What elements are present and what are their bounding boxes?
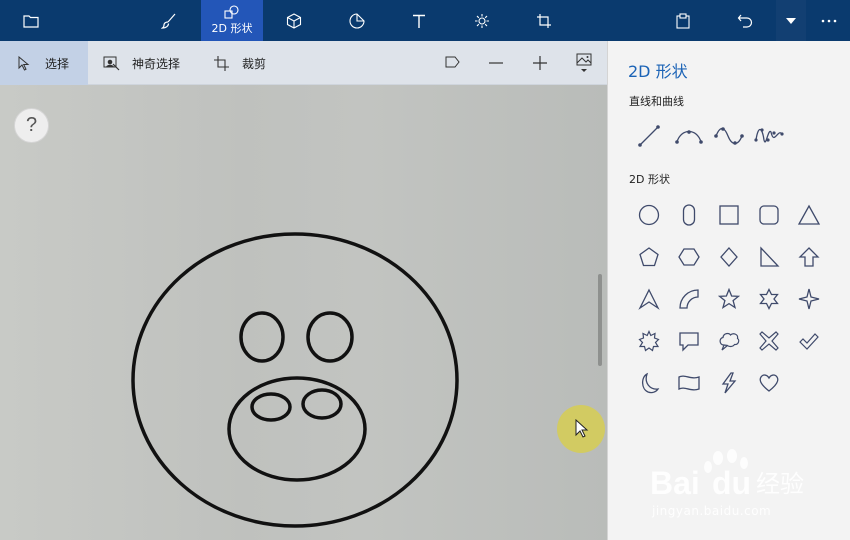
canvas-drawing [131,232,459,528]
crop-icon [212,54,230,72]
paste-icon[interactable] [666,0,700,41]
watermark-url: jingyan.baidu.com [652,504,772,518]
arrowhead-shape-icon[interactable] [634,284,664,314]
tab-2d-shapes[interactable]: 2D 形状 [201,0,263,41]
brushes-icon[interactable] [152,0,186,41]
stickers-icon[interactable] [340,0,374,41]
selection-toolbar: 选择 神奇选择 裁剪 [0,41,607,85]
burst-shape-icon[interactable] [634,326,664,356]
right-nostril [301,388,343,420]
zoom-in-icon[interactable] [522,41,558,85]
right-triangle-shape-icon[interactable] [754,242,784,272]
help-label: ? [25,114,38,136]
banner-shape-icon[interactable] [674,368,704,398]
history-dropdown-icon[interactable] [776,0,806,41]
undo-icon[interactable] [728,0,762,41]
select-button[interactable]: 选择 [0,41,88,85]
svg-text:经验: 经验 [756,470,804,498]
s-curve-shape-icon[interactable] [714,121,744,151]
magic-select-label: 神奇选择 [132,56,181,71]
help-button[interactable]: ? [14,108,49,143]
speech-bubble-shape-icon[interactable] [674,326,704,356]
canvas-icon[interactable] [527,0,561,41]
folder-icon[interactable] [14,0,48,41]
hexagon-shape-icon[interactable] [674,242,704,272]
top-toolbar: 2D 形状 [0,0,850,41]
lightning-shape-icon[interactable] [714,368,744,398]
zoom-out-icon[interactable] [478,41,514,85]
arc-shape-icon[interactable] [674,284,704,314]
svg-text:du: du [712,465,751,501]
vertical-scrollbar[interactable] [598,274,602,366]
heart-shape-icon[interactable] [754,368,784,398]
right-eye [306,311,354,363]
panel-title: 2D 形状 [628,62,688,81]
3d-shapes-icon[interactable] [277,0,311,41]
square-shape-icon[interactable] [714,200,744,230]
tab-2d-shapes-label: 2D 形状 [211,22,253,35]
svg-text:Bai: Bai [650,465,700,501]
shapes-section-label: 2D 形状 [629,173,670,186]
magic-select-icon [102,54,120,72]
crop-button[interactable]: 裁剪 [212,41,282,85]
pentagon-shape-icon[interactable] [634,242,664,272]
left-nostril [250,392,292,422]
line-shape-icon[interactable] [634,121,664,151]
crop-label: 裁剪 [242,56,267,71]
flag-icon[interactable] [435,41,471,85]
2d-shapes-icon [224,5,239,19]
text-icon[interactable] [402,0,436,41]
cursor-icon [15,54,33,72]
lines-section-label: 直线和曲线 [629,95,684,108]
pill-shape-icon[interactable] [674,200,704,230]
image-view-icon[interactable] [566,41,602,85]
diamond-shape-icon[interactable] [714,242,744,272]
left-eye [239,311,285,363]
face-outline [131,232,459,528]
star-six-shape-icon[interactable] [754,284,784,314]
snout [227,376,367,482]
checkmark-shape-icon[interactable] [794,326,824,356]
magic-select-button[interactable]: 神奇选择 [102,41,192,85]
more-icon[interactable] [812,0,846,41]
mouse-pointer-icon [575,419,589,438]
triangle-shape-icon[interactable] [794,200,824,230]
x-mark-shape-icon[interactable] [754,326,784,356]
effects-icon[interactable] [465,0,499,41]
moon-shape-icon[interactable] [634,368,664,398]
star-five-shape-icon[interactable] [714,284,744,314]
star-four-shape-icon[interactable] [794,284,824,314]
rounded-square-shape-icon[interactable] [754,200,784,230]
thought-bubble-shape-icon[interactable] [714,326,744,356]
circle-shape-icon[interactable] [634,200,664,230]
select-label: 选择 [45,56,70,71]
arrow-up-shape-icon[interactable] [794,242,824,272]
wave-curve-shape-icon[interactable] [754,121,784,151]
curve-shape-icon[interactable] [674,121,704,151]
